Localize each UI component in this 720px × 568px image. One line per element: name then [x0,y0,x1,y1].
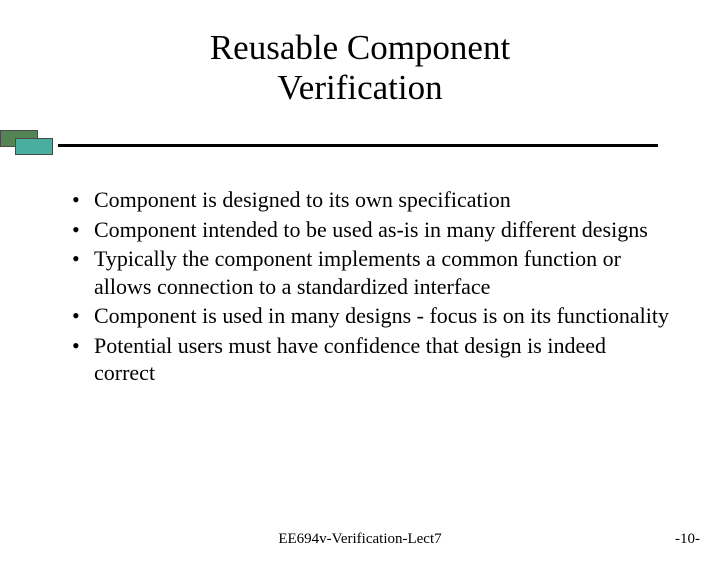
decorative-boxes-icon [0,130,54,156]
title-line-2: Verification [277,68,442,107]
list-item: Typically the component implements a com… [72,245,672,300]
list-item: Component intended to be used as-is in m… [72,216,672,244]
title-line-1: Reusable Component [210,28,510,67]
decor-box-front [15,138,53,155]
bullet-list: Component is designed to its own specifi… [72,186,672,389]
title-underline [58,144,658,147]
list-item: Component is used in many designs - focu… [72,302,672,330]
slide-title: Reusable Component Verification [0,28,720,109]
list-item: Potential users must have confidence tha… [72,332,672,387]
list-item: Component is designed to its own specifi… [72,186,672,214]
